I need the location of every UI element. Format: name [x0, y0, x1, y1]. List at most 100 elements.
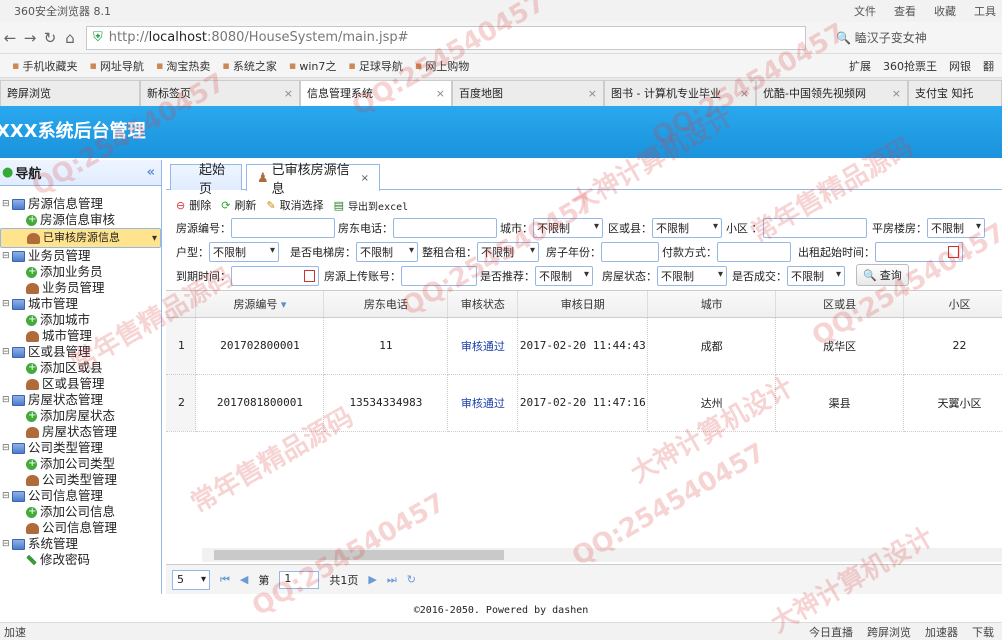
column-header[interactable]: 房源编号 ▾: [195, 291, 325, 318]
menu-file[interactable]: 文件: [854, 3, 876, 19]
cross-screen-button[interactable]: 跨屏浏览: [867, 624, 911, 640]
nav-item[interactable]: 添加城市: [0, 312, 161, 328]
search-box[interactable]: 🔍 瞌汉子变女神: [836, 29, 927, 46]
browser-tab[interactable]: 新标签页 ×: [140, 79, 300, 106]
reload-icon[interactable]: ↻: [407, 573, 416, 586]
nav-group[interactable]: ⊟ 区或县管理: [0, 344, 161, 360]
district-select[interactable]: 不限制: [652, 218, 722, 238]
page-size-select[interactable]: 5: [172, 569, 210, 590]
recommend-select[interactable]: 不限制: [535, 266, 593, 286]
collapse-tree-icon[interactable]: ⊟: [2, 440, 12, 456]
pay-input[interactable]: [717, 242, 791, 262]
nav-group[interactable]: ⊟ 公司信息管理: [0, 488, 161, 504]
close-icon[interactable]: ×: [436, 87, 445, 100]
nav-item[interactable]: 添加公司信息: [0, 504, 161, 520]
refresh-button[interactable]: ⟳ 刷新: [221, 197, 256, 213]
nav-item[interactable]: 公司信息管理: [0, 520, 161, 536]
browser-tab[interactable]: 跨屏浏览: [0, 79, 140, 106]
nav-item[interactable]: 公司类型管理: [0, 472, 161, 488]
extensions-button[interactable]: 扩展: [849, 58, 871, 74]
home-icon[interactable]: ⌂: [60, 29, 80, 47]
browser-tab[interactable]: 图书 - 计算机专业毕业 ×: [604, 79, 756, 106]
column-header[interactable]: 区或县: [775, 291, 905, 318]
collapse-icon[interactable]: «: [147, 165, 155, 180]
translate-button[interactable]: 翻: [983, 58, 994, 74]
nav-group[interactable]: ⊟ 房屋状态管理: [0, 392, 161, 408]
nav-item[interactable]: 添加房屋状态: [0, 408, 161, 424]
house-no-input[interactable]: [231, 218, 335, 238]
prev-page-icon[interactable]: ◀: [240, 573, 248, 586]
bookmark-item[interactable]: ▪ 手机收藏夹: [12, 58, 77, 74]
last-page-icon[interactable]: ⏭: [387, 573, 397, 587]
table-row[interactable]: 1 201702800001 11 审核通过 2017-02-20 11:44:…: [166, 317, 1002, 375]
first-page-icon[interactable]: ⏮: [220, 573, 230, 587]
state-select[interactable]: 不限制: [657, 266, 727, 286]
bank-button[interactable]: 网银: [949, 58, 971, 74]
rent-start-input[interactable]: [875, 242, 963, 262]
export-excel-button[interactable]: ▤ 导出到excel: [334, 198, 409, 213]
page-input[interactable]: 1: [279, 570, 320, 589]
nav-group[interactable]: ⊟ 房源信息管理: [0, 196, 161, 212]
nav-item[interactable]: 已审核房源信息: [0, 228, 161, 248]
table-row[interactable]: 2 2017081800001 13534334983 审核通过 2017-02…: [166, 374, 1002, 432]
ticket-button[interactable]: 360抢票王: [883, 58, 937, 74]
calendar-icon[interactable]: [948, 246, 959, 258]
nav-item[interactable]: 添加公司类型: [0, 456, 161, 472]
browser-tab[interactable]: 支付宝 知托: [908, 79, 1002, 106]
browser-tab[interactable]: 百度地图 ×: [452, 79, 604, 106]
nav-item[interactable]: 房屋状态管理: [0, 424, 161, 440]
expire-input[interactable]: [231, 266, 319, 286]
back-icon[interactable]: ←: [0, 29, 20, 47]
horizontal-scrollbar[interactable]: [202, 548, 1002, 562]
browser-tab[interactable]: 优酷-中国领先视频网 ×: [756, 79, 908, 106]
nav-item[interactable]: 业务员管理: [0, 280, 161, 296]
nav-item[interactable]: 城市管理: [0, 328, 161, 344]
nav-item[interactable]: 添加业务员: [0, 264, 161, 280]
close-icon[interactable]: ×: [740, 87, 749, 100]
flat-select[interactable]: 不限制: [927, 218, 985, 238]
type-select[interactable]: 不限制: [209, 242, 279, 262]
query-button[interactable]: 🔍 查询: [856, 264, 909, 286]
bookmark-item[interactable]: ▪ win7之: [289, 58, 337, 74]
download-button[interactable]: 下载: [972, 624, 994, 640]
calendar-icon[interactable]: [304, 270, 315, 282]
close-icon[interactable]: ×: [588, 87, 597, 100]
tab-audited-houses[interactable]: ♟ 已审核房源信息 ×: [246, 163, 380, 197]
bookmark-item[interactable]: ▪ 足球导航: [348, 58, 402, 74]
reload-icon[interactable]: ↻: [40, 29, 60, 47]
nav-group[interactable]: ⊟ 系统管理: [0, 536, 161, 552]
next-page-icon[interactable]: ▶: [368, 573, 376, 586]
close-icon[interactable]: ×: [892, 87, 901, 100]
community-input[interactable]: [762, 218, 867, 238]
collapse-tree-icon[interactable]: ⊟: [2, 392, 12, 408]
url-field[interactable]: ⛨ http://localhost:8080/HouseSystem/main…: [86, 25, 806, 50]
delete-button[interactable]: ⊖ 删除: [176, 197, 211, 213]
bookmark-item[interactable]: ▪ 网上购物: [415, 58, 469, 74]
browser-tab-active[interactable]: 信息管理系统 ×: [300, 79, 452, 106]
nav-group[interactable]: ⊟ 业务员管理: [0, 248, 161, 264]
nav-item[interactable]: 房源信息审核: [0, 212, 161, 228]
deal-select[interactable]: 不限制: [787, 266, 845, 286]
accelerator-button[interactable]: 加速器: [925, 624, 958, 640]
collapse-tree-icon[interactable]: ⊟: [2, 196, 12, 212]
collapse-tree-icon[interactable]: ⊟: [2, 344, 12, 360]
age-input[interactable]: [601, 242, 659, 262]
column-header[interactable]: 审核状态: [447, 291, 519, 318]
bookmark-item[interactable]: ▪ 淘宝热卖: [156, 58, 210, 74]
nav-group[interactable]: ⊟ 城市管理: [0, 296, 161, 312]
scrollbar-thumb[interactable]: [214, 550, 504, 560]
bookmark-item[interactable]: ▪ 网址导航: [89, 58, 143, 74]
collapse-tree-icon[interactable]: ⊟: [2, 248, 12, 264]
nav-item[interactable]: 添加区或县: [0, 360, 161, 376]
nav-item[interactable]: 区或县管理: [0, 376, 161, 392]
city-select[interactable]: 不限制: [533, 218, 603, 238]
live-button[interactable]: 今日直播: [809, 624, 853, 640]
whole-select[interactable]: 不限制: [477, 242, 539, 262]
forward-icon[interactable]: →: [20, 29, 40, 47]
bookmark-item[interactable]: ▪ 系统之家: [222, 58, 276, 74]
column-header[interactable]: 小区: [903, 291, 1002, 318]
nav-item[interactable]: 修改密码: [0, 552, 161, 568]
tab-home[interactable]: 起始页: [170, 163, 242, 197]
close-icon[interactable]: ×: [284, 87, 293, 100]
collapse-tree-icon[interactable]: ⊟: [2, 488, 12, 504]
